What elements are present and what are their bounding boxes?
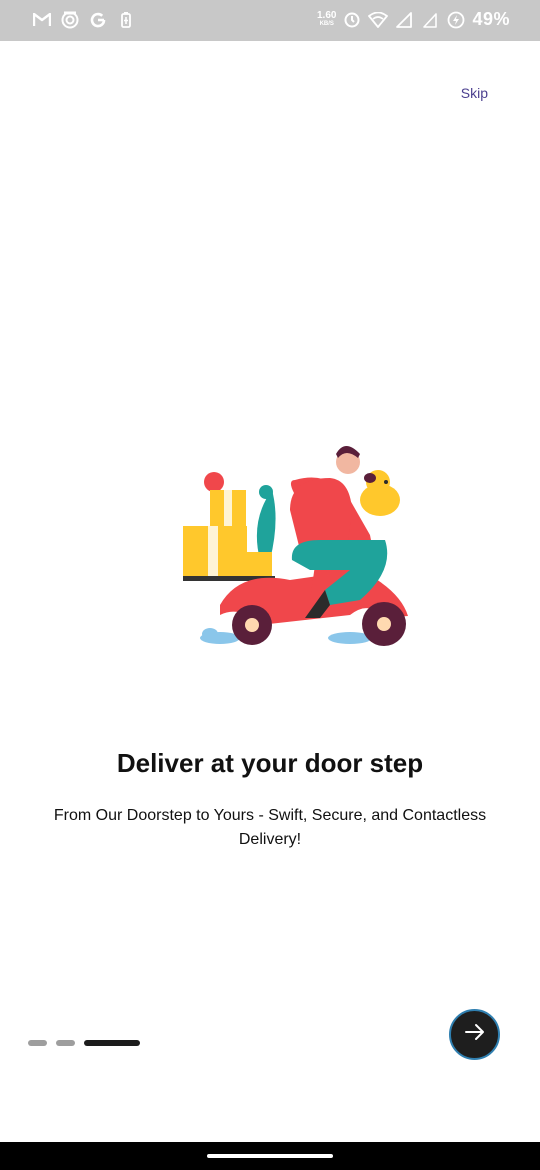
net-speed-value: 1.60 (317, 9, 337, 21)
signal-icon (420, 10, 440, 30)
battery-saver-icon (116, 10, 136, 30)
status-bar-left (32, 10, 136, 30)
page-dot-active (84, 1040, 140, 1046)
skip-button[interactable]: Skip (461, 85, 488, 101)
alarm-icon (342, 10, 362, 30)
onboarding-subtitle: From Our Doorstep to Yours - Swift, Secu… (53, 807, 487, 848)
page-indicator (28, 1040, 140, 1046)
net-speed-unit: KB/S (319, 20, 334, 27)
google-icon (88, 10, 108, 30)
page-dot (28, 1040, 47, 1046)
next-button[interactable] (449, 1009, 500, 1060)
battery-icon (446, 10, 466, 30)
status-bar-right: 1.60 KB/S 49% (317, 9, 510, 30)
navigation-bar (0, 1142, 540, 1170)
wifi-icon (368, 10, 389, 30)
battery-percent: 49% (472, 9, 510, 29)
delivery-scooter-illustration (180, 440, 420, 650)
onboarding-title: Deliver at your door step (116, 748, 424, 778)
net-speed: 1.60 KB/S (317, 9, 337, 29)
signal-icon (394, 10, 414, 30)
camera-icon (60, 10, 80, 30)
page-dot (56, 1040, 75, 1046)
status-bar: 1.60 KB/S 49% (0, 0, 540, 41)
arrow-right-icon (463, 1020, 487, 1049)
gmail-icon (32, 10, 52, 30)
home-gesture-bar[interactable] (207, 1154, 333, 1158)
